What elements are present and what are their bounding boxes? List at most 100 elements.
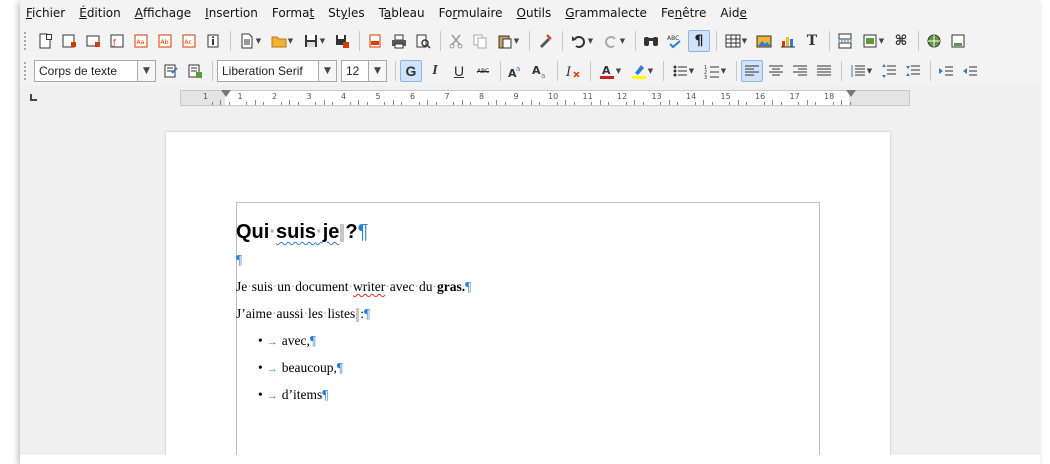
document-content[interactable]: Qui·suis·je ?¶ ¶ Je·suis·un·document·writ… (236, 218, 816, 408)
paragraph-style-combo[interactable]: Corps de texte ▼ (34, 60, 156, 82)
spelling-icon[interactable]: ABC (664, 30, 686, 52)
insert-chart-icon[interactable] (777, 30, 799, 52)
menu-item-accelerator: A (134, 6, 143, 20)
horizontal-ruler[interactable]: 1 1 2 3 4 5 6 7 8 9 10 11 12 13 14 15 16 17 18 (180, 90, 910, 106)
paste-icon[interactable]: ▼ (493, 30, 523, 52)
undo-icon[interactable]: ▼ (567, 30, 597, 52)
menu-item[interactable]: Tableau (379, 6, 425, 20)
clear-formatting-icon[interactable]: I (562, 60, 584, 82)
list-item[interactable]: • → beaucoup,¶ (236, 354, 816, 381)
menu-item[interactable]: Grammalecte (565, 6, 647, 20)
save-as-icon[interactable] (331, 30, 353, 52)
menu-item[interactable]: Insertion (205, 6, 258, 20)
chevron-down-icon[interactable]: ▼ (137, 61, 155, 81)
align-left-icon[interactable] (741, 60, 763, 82)
misspelled-word[interactable]: writer (353, 279, 385, 294)
menu-item[interactable]: Affichage (135, 6, 191, 20)
chevron-down-icon[interactable]: ▼ (368, 61, 386, 81)
increase-paragraph-spacing-icon[interactable] (878, 60, 900, 82)
insert-hyperlink-icon[interactable] (923, 30, 945, 52)
ruler-tick (366, 102, 368, 105)
font-color-icon[interactable]: A ▼ (595, 60, 625, 82)
insert-field-icon[interactable]: ▼ (858, 30, 888, 52)
export-pdf-icon[interactable] (364, 30, 386, 52)
new-style-icon[interactable] (184, 60, 206, 82)
align-justify-icon[interactable] (813, 60, 835, 82)
insert-page-break-icon[interactable] (834, 30, 856, 52)
copy-icon[interactable] (469, 30, 491, 52)
bold-button[interactable]: G (400, 60, 422, 82)
ruler-tick (711, 102, 713, 105)
insert-footnote-icon[interactable] (947, 30, 969, 52)
template-a-icon[interactable]: Aa (130, 30, 152, 52)
list-item[interactable]: • → d’items¶ (236, 381, 816, 408)
superscript-icon[interactable]: Aa (505, 60, 527, 82)
template-c-icon[interactable]: Ac (178, 30, 200, 52)
new-menu-icon[interactable]: ▼ (235, 30, 265, 52)
formatting-marks-icon[interactable]: ¶ (688, 30, 710, 52)
increase-indent-icon[interactable] (935, 60, 957, 82)
menu-item[interactable]: Édition (79, 6, 121, 20)
menu-item[interactable]: Aide (720, 6, 747, 20)
new-document-icon[interactable] (34, 30, 56, 52)
line-spacing-icon[interactable]: ▼ (846, 60, 876, 82)
menu-item[interactable]: Formulaire (439, 6, 503, 20)
font-size-combo[interactable]: 12 ▼ (341, 60, 387, 82)
align-right-icon[interactable] (789, 60, 811, 82)
print-preview-icon[interactable] (412, 30, 434, 52)
cut-icon[interactable] (445, 30, 467, 52)
font-name-combo[interactable]: Liberation Serif ▼ (217, 60, 337, 82)
menu-item[interactable]: Styles (328, 6, 364, 20)
document-area[interactable]: Qui·suis·je ?¶ ¶ Je·suis·un·document·writ… (20, 108, 1040, 464)
subscript-icon[interactable]: Aa (529, 60, 551, 82)
update-style-icon[interactable] (160, 60, 182, 82)
nonbreaking-space-mark (340, 223, 345, 242)
highlight-color-icon[interactable]: ▼ (627, 60, 657, 82)
menu-item[interactable]: Format (272, 6, 314, 20)
insert-special-character-icon[interactable]: ⌘ (890, 30, 912, 52)
numbered-list-icon[interactable]: 1 2 3 ▼ (700, 60, 730, 82)
paragraph-line-2[interactable]: J’aime·aussi·les·listes:¶ (236, 300, 816, 327)
menu-item[interactable]: Fichier (26, 6, 65, 20)
new-from-template-icon[interactable] (82, 30, 104, 52)
ruler-number: 9 (513, 92, 519, 101)
toolbar-grip[interactable] (24, 32, 28, 50)
menu-item[interactable]: Fenêtre (661, 6, 706, 20)
align-center-icon[interactable] (765, 60, 787, 82)
right-indent-marker[interactable] (846, 90, 856, 97)
italic-button[interactable]: I (424, 60, 446, 82)
tab-type-selector[interactable] (30, 94, 37, 101)
strikethrough-button[interactable]: ABC (472, 60, 494, 82)
left-indent-marker[interactable] (221, 90, 231, 97)
open-template-icon[interactable]: ƒ (106, 30, 128, 52)
ruler-tick (315, 102, 317, 105)
ruler-tick (841, 100, 843, 105)
paragraph-line-1[interactable]: Je·suis·un·document·writer·avec·du·gras.… (236, 273, 816, 300)
open-folder-icon[interactable]: ▼ (267, 30, 297, 52)
template-b-icon[interactable]: Ab (154, 30, 176, 52)
space-mark: · (316, 221, 323, 243)
insert-image-icon[interactable] (753, 30, 775, 52)
document-page[interactable]: Qui·suis·je ?¶ ¶ Je·suis·un·document·writ… (166, 132, 890, 464)
info-icon[interactable] (202, 30, 224, 52)
ruler-tick (772, 100, 774, 105)
toolbar-grip[interactable] (24, 62, 28, 80)
heading-title[interactable]: Qui·suis·je ?¶ (236, 218, 816, 246)
empty-paragraph[interactable]: ¶ (236, 246, 816, 273)
menu-item[interactable]: Outils (517, 6, 552, 20)
redo-icon[interactable]: ▼ (599, 30, 629, 52)
chevron-down-icon[interactable]: ▼ (318, 61, 336, 81)
new-template-icon[interactable] (58, 30, 80, 52)
insert-table-icon[interactable]: ▼ (721, 30, 751, 52)
decrease-paragraph-spacing-icon[interactable] (902, 60, 924, 82)
decrease-indent-icon[interactable] (959, 60, 981, 82)
find-replace-icon[interactable] (640, 30, 662, 52)
save-icon[interactable]: ▼ (299, 30, 329, 52)
underline-button[interactable]: U (448, 60, 470, 82)
bullet-list-icon[interactable]: ▼ (668, 60, 698, 82)
list-item[interactable]: • → avec,¶ (236, 327, 816, 354)
clone-formatting-icon[interactable] (534, 30, 556, 52)
print-icon[interactable] (388, 30, 410, 52)
insert-textbox-icon[interactable]: T (801, 30, 823, 52)
nonbreaking-space-mark (356, 307, 360, 322)
